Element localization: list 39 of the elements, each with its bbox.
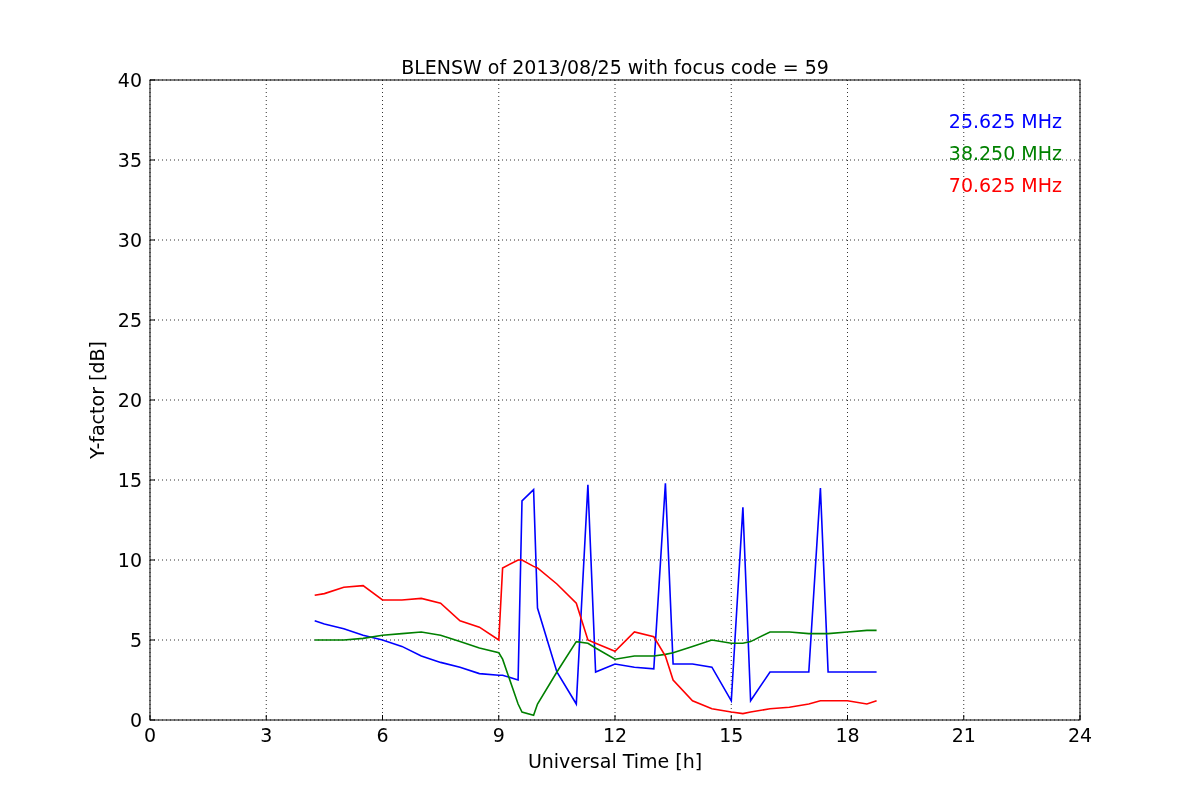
y-tick-label: 15 xyxy=(117,469,142,491)
x-tick-label: 6 xyxy=(376,724,389,746)
y-tick-label: 5 xyxy=(129,629,156,651)
x-tick-label: 3 xyxy=(260,714,273,746)
y-tick-label: 10 xyxy=(117,549,156,571)
chart-title: BLENSW of 2013/08/25 with focus code = 59 xyxy=(401,56,829,78)
y-tick-label: 20 xyxy=(117,389,156,411)
y-tick-label: 30 xyxy=(117,229,142,251)
legend-label: 70.625 MHz xyxy=(948,174,1062,196)
x-tick-label: 18 xyxy=(835,714,860,746)
y-tick-label: 30 xyxy=(117,229,156,251)
y-tick-label: 40 xyxy=(117,69,156,91)
x-tick-label: 18 xyxy=(835,724,860,746)
x-tick-label: 24 xyxy=(1067,724,1093,746)
x-tick-label: 21 xyxy=(951,724,976,746)
x-tick-label: 12 xyxy=(602,724,628,746)
y-tick-label: 25 xyxy=(117,309,156,331)
x-tick-label: 15 xyxy=(719,724,744,746)
y-tick-label: 25 xyxy=(117,309,142,331)
y-tick-label: 10 xyxy=(117,549,142,571)
x-tick-label: 24 xyxy=(1067,714,1093,746)
y-tick-label: 35 xyxy=(117,149,156,171)
legend-label: 38.250 MHz xyxy=(948,142,1062,164)
y-tick-label: 0 xyxy=(129,709,142,731)
legend-label: 25.625 MHz xyxy=(948,110,1062,132)
x-axis-label: Universal Time [h] xyxy=(527,750,703,772)
x-tick-label: 9 xyxy=(492,714,505,746)
y-tick-label: 5 xyxy=(129,629,142,651)
y-tick-label: 40 xyxy=(117,69,142,91)
y-tick-label: 15 xyxy=(117,469,156,491)
x-tick-label: 6 xyxy=(376,714,389,746)
x-tick-label: 12 xyxy=(602,714,628,746)
x-tick-label: 15 xyxy=(719,714,744,746)
y-tick-label: 35 xyxy=(117,149,142,171)
x-tick-label: 3 xyxy=(260,724,273,746)
x-tick-label: 21 xyxy=(951,714,976,746)
x-tick-label: 9 xyxy=(492,724,505,746)
y-tick-label: 20 xyxy=(117,389,142,411)
y-axis-label: Y-factor [dB] xyxy=(86,341,108,459)
